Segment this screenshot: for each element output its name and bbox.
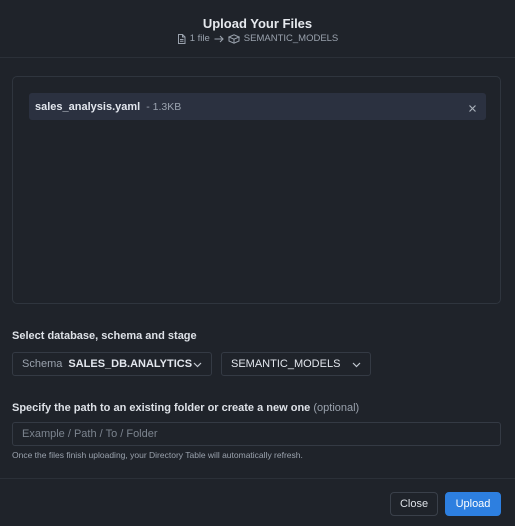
close-button[interactable]: Close — [390, 492, 438, 516]
path-label-text: Specify the path to an existing folder o… — [12, 402, 311, 414]
file-list-item: sales_analysis.yaml - 1.3KB — [29, 93, 486, 120]
path-label: Specify the path to an existing folder o… — [12, 402, 359, 414]
stage-select[interactable]: SEMANTIC_MODELS — [221, 352, 371, 376]
dialog-title: Upload Your Files — [202, 16, 313, 31]
upload-button[interactable]: Upload — [445, 492, 501, 516]
file-icon — [177, 33, 186, 44]
file-count: 1 file — [189, 33, 210, 44]
dialog-header: Upload Your Files 1 file SEMANTIC_MODELS — [0, 0, 515, 58]
optional-tag: (optional) — [313, 402, 360, 414]
schema-value: SALES_DB.ANALYTICS — [68, 358, 193, 370]
stage-value: SEMANTIC_MODELS — [231, 358, 341, 370]
schema-select[interactable]: Schema SALES_DB.ANALYTICS — [12, 352, 212, 376]
stage-icon — [227, 33, 240, 44]
file-name: sales_analysis.yaml — [35, 100, 141, 113]
dialog-footer: Close Upload — [0, 478, 515, 526]
file-size: - 1.3KB — [146, 100, 182, 113]
schema-prefix: Schema — [22, 358, 63, 370]
refresh-hint: Once the files finish uploading, your Di… — [12, 450, 303, 460]
destination-stage: SEMANTIC_MODELS — [243, 33, 339, 44]
remove-file-close-icon[interactable] — [467, 101, 478, 112]
stage-selector-label: Select database, schema and stage — [12, 330, 197, 342]
arrow-right-icon — [214, 35, 224, 43]
dialog-subtitle: 1 file SEMANTIC_MODELS — [0, 33, 515, 44]
upload-dialog: Upload Your Files 1 file SEMANTIC_MODELS… — [0, 0, 515, 526]
folder-path-input[interactable] — [12, 422, 501, 446]
file-dropzone[interactable]: sales_analysis.yaml - 1.3KB — [12, 76, 501, 304]
